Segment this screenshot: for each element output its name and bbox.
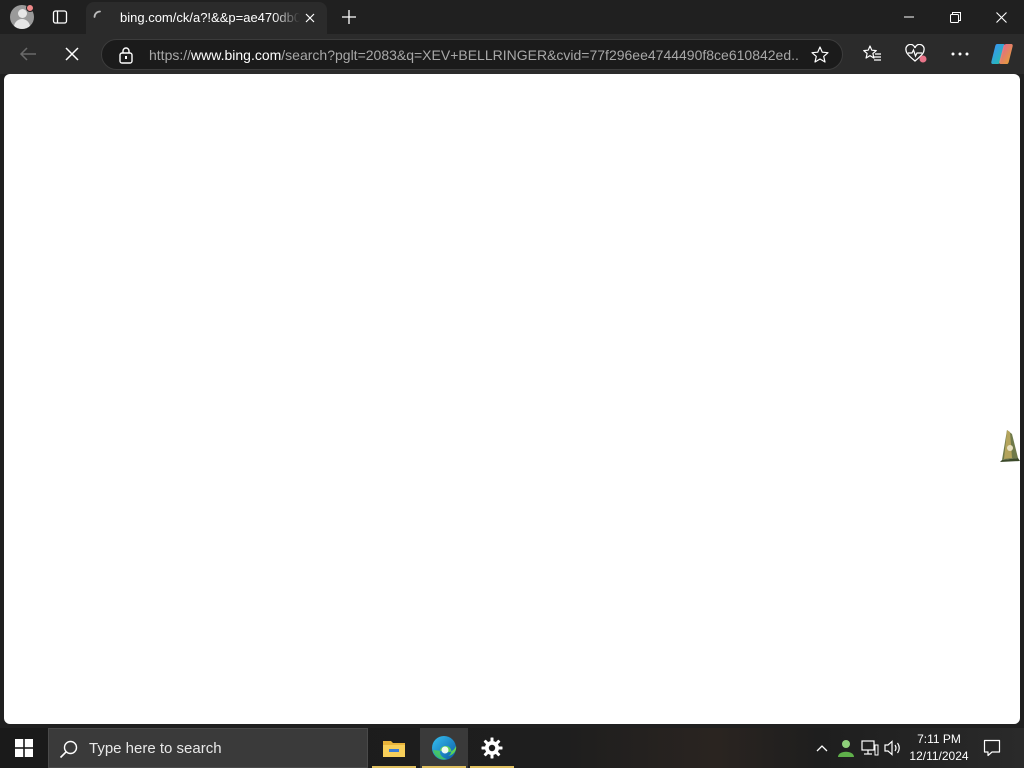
address-bar[interactable]: https://www.bing.com/search?pglt=2083&q=… [101, 39, 843, 70]
star-icon[interactable] [810, 45, 830, 65]
chevron-up-icon [816, 745, 828, 752]
browser-tab[interactable]: bing.com/ck/a?!&&p=ae470db0e [86, 2, 327, 34]
clock-date: 12/11/2024 [909, 749, 969, 763]
gear-icon [481, 737, 503, 759]
desktop-character-icon[interactable] [998, 428, 1022, 462]
copilot-button[interactable] [986, 38, 1018, 70]
loading-spinner-icon [93, 10, 107, 24]
browser-essentials-button[interactable] [900, 38, 932, 70]
taskbar-file-explorer[interactable] [370, 728, 418, 768]
profile-notification-dot [26, 4, 34, 12]
close-window-button[interactable] [978, 0, 1024, 34]
url-text[interactable]: https://www.bing.com/search?pglt=2083&q=… [149, 46, 799, 64]
favorites-button[interactable] [856, 38, 888, 70]
show-hidden-icons[interactable] [812, 738, 832, 758]
url-path: /search?pglt=2083&q=XEV+BELLRINGER&cvid=… [281, 47, 799, 63]
web-page-content[interactable] [4, 74, 1020, 724]
notification-center-button[interactable] [980, 736, 1004, 760]
clock-time: 7:11 PM [917, 732, 961, 746]
plus-icon [342, 10, 356, 24]
more-icon [951, 52, 969, 56]
tab-strip: bing.com/ck/a?!&&p=ae470db0e [0, 0, 1024, 34]
edge-icon [432, 736, 457, 760]
network-icon[interactable] [860, 738, 880, 758]
search-placeholder: Type here to search [89, 740, 222, 757]
more-button[interactable] [944, 38, 976, 70]
windows-logo-icon [15, 739, 33, 757]
notification-icon [983, 739, 1001, 757]
restore-button[interactable] [932, 0, 978, 34]
url-host: www.bing.com [191, 47, 282, 63]
close-tab-icon[interactable] [301, 9, 319, 27]
lock-icon[interactable] [118, 46, 134, 64]
new-tab-button[interactable] [338, 6, 360, 28]
start-button[interactable] [0, 728, 48, 768]
heart-pulse-icon [905, 44, 927, 63]
user-status-icon[interactable] [836, 738, 856, 758]
back-button[interactable] [12, 38, 44, 70]
copilot-icon [991, 44, 1013, 64]
taskbar-search-box[interactable]: Type here to search [48, 728, 368, 768]
volume-icon[interactable] [883, 738, 903, 758]
folder-icon [383, 741, 405, 757]
search-icon [59, 739, 79, 759]
url-prefix: https:// [149, 47, 192, 63]
taskbar: Type here to search 7:11 PM 12/11/2024 [0, 728, 1024, 768]
tab-title: bing.com/ck/a?!&&p=ae470db0e [120, 10, 300, 25]
minimize-icon [904, 16, 914, 18]
restore-icon [949, 11, 961, 23]
tab-actions-icon[interactable] [48, 6, 72, 28]
favorites-icon [863, 45, 881, 61]
back-arrow-icon [19, 47, 36, 61]
stop-icon [65, 47, 79, 61]
close-icon [995, 11, 1007, 23]
taskbar-clock[interactable]: 7:11 PM 12/11/2024 [904, 731, 974, 765]
minimize-button[interactable] [886, 0, 932, 34]
taskbar-settings[interactable] [468, 728, 516, 768]
taskbar-edge[interactable] [420, 728, 468, 768]
stop-loading-button[interactable] [56, 38, 88, 70]
